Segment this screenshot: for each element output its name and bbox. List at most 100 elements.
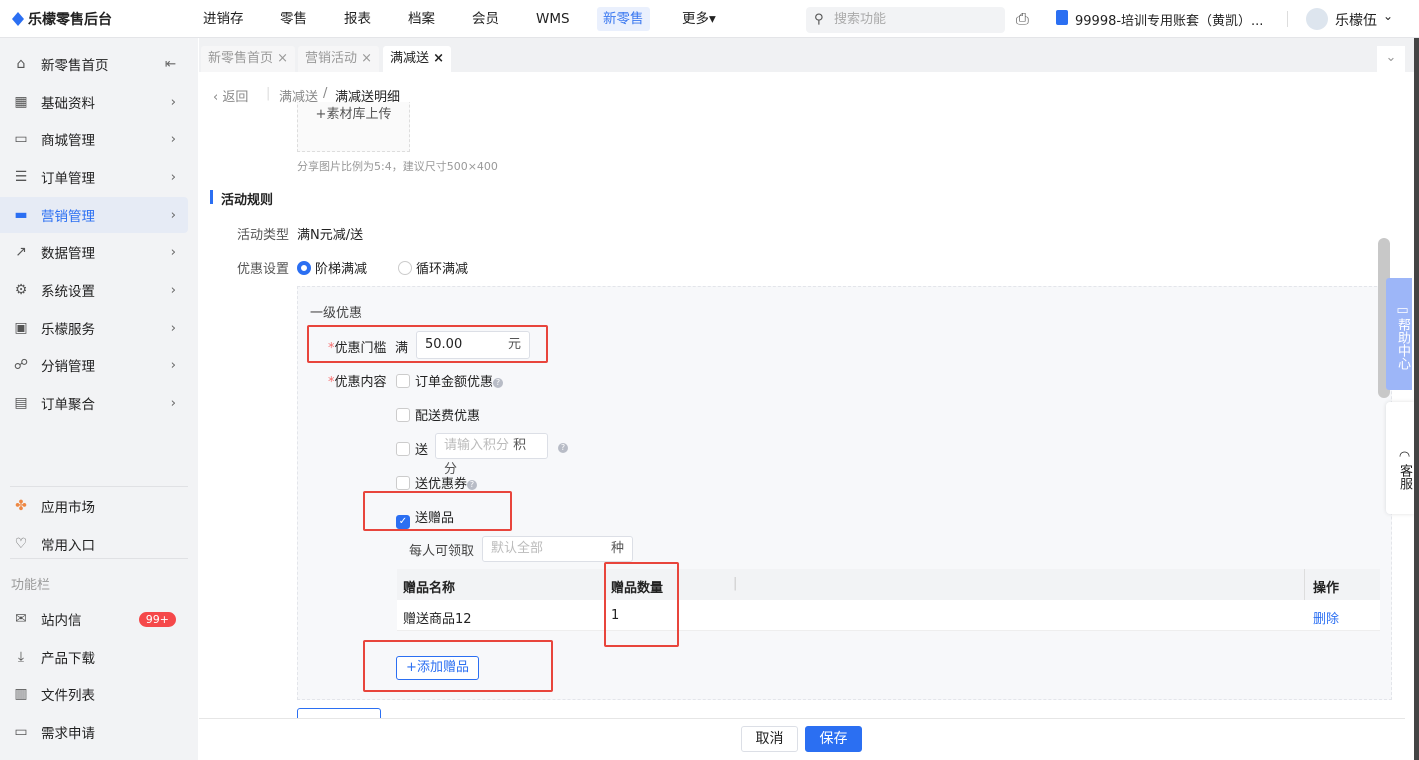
chevron-down-icon[interactable]: ⌄ (1383, 9, 1393, 23)
add-gift-button[interactable]: +添加赠品 (396, 656, 479, 680)
sidebar-item-data[interactable]: ↗ 数据管理 › (0, 234, 188, 270)
breadcrumb-current: 满减送明细 (335, 90, 401, 105)
nav-jxc[interactable]: 进销存 (197, 7, 250, 31)
per-person-label: 每人可领取 (409, 544, 475, 559)
tab-full-reduction[interactable]: 满减送 × (383, 46, 452, 72)
threshold-prefix: 满 (395, 341, 409, 356)
chevron-right-icon: › (170, 244, 176, 260)
sidebar-item-home[interactable]: ⌂ 新零售首页 ⇤ (0, 46, 188, 82)
sidebar-item-marketing[interactable]: ▬ 营销管理 › (0, 197, 188, 233)
checkbox-delivery[interactable]: 配送费优惠 (396, 405, 480, 424)
chevron-right-icon: › (170, 169, 176, 185)
sidebar-item-orders[interactable]: ☰ 订单管理 › (0, 159, 188, 195)
top-bar: 乐檬零售后台 进销存 零售 报表 档案 会员 WMS 新零售 更多▾ ⚲ 搜索功能… (0, 0, 1419, 38)
table-header: 赠品名称 赠品数量 | 操作 (397, 569, 1380, 600)
nav-member[interactable]: 会员 (466, 7, 505, 31)
gift-table: 赠品名称 赠品数量 | 操作 赠送商品12 1 删除 (397, 569, 1380, 631)
sidebar-item-files[interactable]: ▥ 文件列表 (0, 676, 188, 712)
chevron-right-icon: › (170, 395, 176, 411)
app-logo[interactable]: 乐檬零售后台 (12, 9, 112, 29)
nav-retail[interactable]: 零售 (274, 7, 313, 31)
sidebar-item-messages[interactable]: ✉ 站内信 99+ (0, 601, 188, 637)
printer-icon[interactable]: ⎙ (1016, 9, 1029, 29)
gear-icon: ⚙ (14, 282, 28, 298)
chevron-right-icon: › (170, 94, 176, 110)
breadcrumb-parent[interactable]: 满减送 (279, 86, 318, 105)
sidebar-item-app-market[interactable]: ✤ 应用市场 (0, 488, 188, 524)
radio-tiered[interactable]: 阶梯满减 (297, 258, 367, 277)
sidebar-item-requests[interactable]: ▭ 需求申请 (0, 714, 188, 750)
threshold-input[interactable]: 50.00 元 (416, 331, 530, 359)
footer-bar: 取消 保存 (199, 718, 1405, 760)
store-icon: ▭ (14, 131, 28, 147)
tab-home[interactable]: 新零售首页 × (201, 46, 296, 72)
type-label: 活动类型 (237, 228, 290, 243)
checkbox-icon (396, 476, 410, 490)
checkbox-icon (396, 442, 410, 456)
sidebar-item-download[interactable]: ⤓ 产品下载 (0, 639, 188, 675)
back-link[interactable]: ‹ 返回 (213, 86, 248, 105)
app-market-icon: ✤ (15, 498, 27, 514)
help-icon[interactable]: ? (467, 480, 478, 490)
download-icon: ⤓ (17, 649, 25, 665)
nav-archive[interactable]: 档案 (402, 7, 441, 31)
radio-icon (398, 261, 412, 275)
tab-menu-chevron-icon[interactable]: ⌄ (1377, 46, 1405, 72)
sidebar-item-basic[interactable]: ▦ 基础资料 › (0, 84, 188, 120)
sidebar-item-settings[interactable]: ⚙ 系统设置 › (0, 272, 188, 308)
gift-name: 赠送商品12 (403, 612, 472, 627)
section-title: 活动规则 (221, 193, 274, 208)
account-switcher[interactable]: 99998-培训专用账套（黄凯）... (1075, 10, 1263, 29)
threshold-label: *优惠门槛 (328, 341, 387, 356)
search-input[interactable]: ⚲ 搜索功能 (806, 7, 1005, 33)
chevron-right-icon: › (170, 320, 176, 336)
customer-service-button[interactable]: ◠客服 (1386, 402, 1414, 514)
nav-more[interactable]: 更多▾ (676, 7, 722, 31)
avatar[interactable] (1306, 8, 1328, 30)
collapse-icon[interactable]: ⇤ (165, 56, 176, 72)
nav-new-retail[interactable]: 新零售 (597, 7, 650, 31)
per-person-input[interactable]: 默认全部种 (482, 536, 633, 562)
radio-selected-icon (297, 261, 311, 275)
mail-icon: ✉ (15, 611, 27, 627)
user-name[interactable]: 乐檬伍 (1335, 10, 1377, 30)
heart-icon: ♡ (14, 536, 28, 552)
window-edge (1414, 38, 1419, 760)
sidebar-item-aggregation[interactable]: ▤ 订单聚合 › (0, 385, 188, 421)
type-value: 满N元减/送 (297, 228, 364, 243)
col-divider[interactable]: | (733, 576, 737, 591)
help-icon[interactable]: ? (493, 378, 504, 388)
divider (1287, 11, 1288, 27)
chevron-right-icon: › (170, 131, 176, 147)
delete-link[interactable]: 删除 (1313, 608, 1339, 627)
sidebar-item-favorites[interactable]: ♡ 常用入口 (0, 526, 188, 562)
marketing-icon: ▬ (14, 207, 28, 223)
help-center-button[interactable]: ▭帮助中心 (1386, 278, 1412, 390)
tab-marketing[interactable]: 营销活动 × (298, 46, 380, 72)
breadcrumb-sep: / (323, 86, 328, 101)
radio-loop[interactable]: 循环满减 (398, 258, 468, 277)
checkbox-checked-icon: ✓ (396, 515, 410, 529)
upload-hint: 分享图片比例为5:4，建议尺寸500×400 (297, 160, 498, 173)
breadcrumb: ‹ 返回 | 满减送 / 满减送明细 (199, 72, 1379, 105)
checkbox-coupon[interactable]: 送优惠券? (396, 473, 478, 492)
sidebar-item-service[interactable]: ▣ 乐檬服务 › (0, 310, 188, 346)
sidebar-item-distribution[interactable]: ☍ 分销管理 › (0, 347, 188, 383)
checkbox-points[interactable]: 送 (396, 439, 428, 458)
points-input[interactable]: 请输入积分 积分 (435, 433, 548, 477)
divider (10, 558, 188, 559)
setting-label: 优惠设置 (237, 262, 290, 277)
cancel-button[interactable]: 取消 (741, 726, 798, 752)
nav-report[interactable]: 报表 (338, 7, 377, 31)
checkbox-icon (396, 374, 410, 388)
checkbox-gift[interactable]: ✓ 送赠品 (396, 507, 454, 529)
chat-icon: ▭ (1395, 302, 1410, 318)
nav-wms[interactable]: WMS (530, 7, 576, 31)
help-icon[interactable]: ? (558, 443, 568, 453)
sidebar-item-mall[interactable]: ▭ 商城管理 › (0, 121, 188, 157)
briefcase-icon: ▣ (14, 320, 28, 336)
sidebar: ⌂ 新零售首页 ⇤ ▦ 基础资料 › ▭ 商城管理 › ☰ 订单管理 › ▬ 营销管理 › ↗ 数据管… (0, 38, 198, 760)
save-button[interactable]: 保存 (805, 726, 862, 752)
checkbox-order-discount[interactable]: 订单金额优惠? (396, 371, 504, 390)
col-action: 操作 (1313, 581, 1340, 596)
